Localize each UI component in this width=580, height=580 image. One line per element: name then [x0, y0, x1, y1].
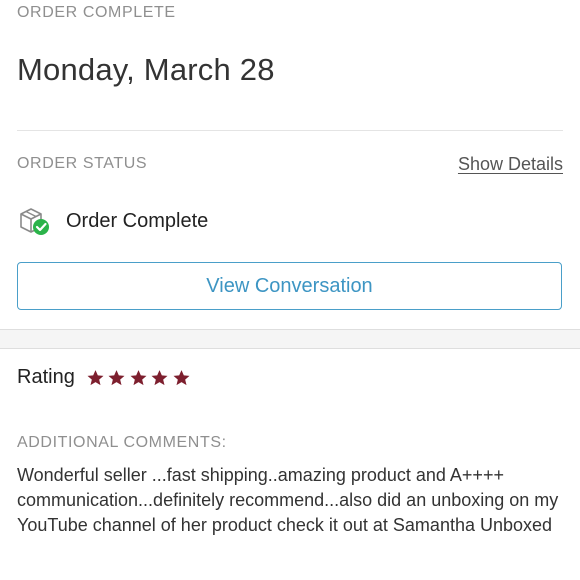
order-status-heading: ORDER STATUS [17, 155, 148, 172]
star-icon [151, 369, 168, 385]
star-rating [85, 368, 193, 388]
rating-label: Rating [17, 366, 75, 388]
review-comment: Wonderful seller ...fast shipping..amazi… [17, 465, 559, 535]
view-conversation-button[interactable]: View Conversation [17, 262, 562, 310]
star-icon [87, 369, 104, 385]
order-complete-heading: ORDER COMPLETE [17, 4, 176, 21]
order-status-text: Order Complete [66, 209, 209, 232]
star-icon [108, 369, 125, 385]
package-check-icon [20, 208, 49, 235]
order-detail-page: ORDER COMPLETE Monday, March 28 ORDER ST… [0, 0, 580, 580]
rating-row: Rating [17, 366, 192, 389]
star-icon [130, 369, 147, 385]
divider [17, 130, 563, 131]
order-date: Monday, March 28 [17, 52, 275, 87]
order-status-row: Order Complete [17, 205, 208, 237]
section-separator [0, 329, 580, 349]
additional-comments-heading: ADDITIONAL COMMENTS: [17, 434, 227, 451]
show-details-link[interactable]: Show Details [458, 154, 563, 175]
star-icon [173, 369, 190, 385]
